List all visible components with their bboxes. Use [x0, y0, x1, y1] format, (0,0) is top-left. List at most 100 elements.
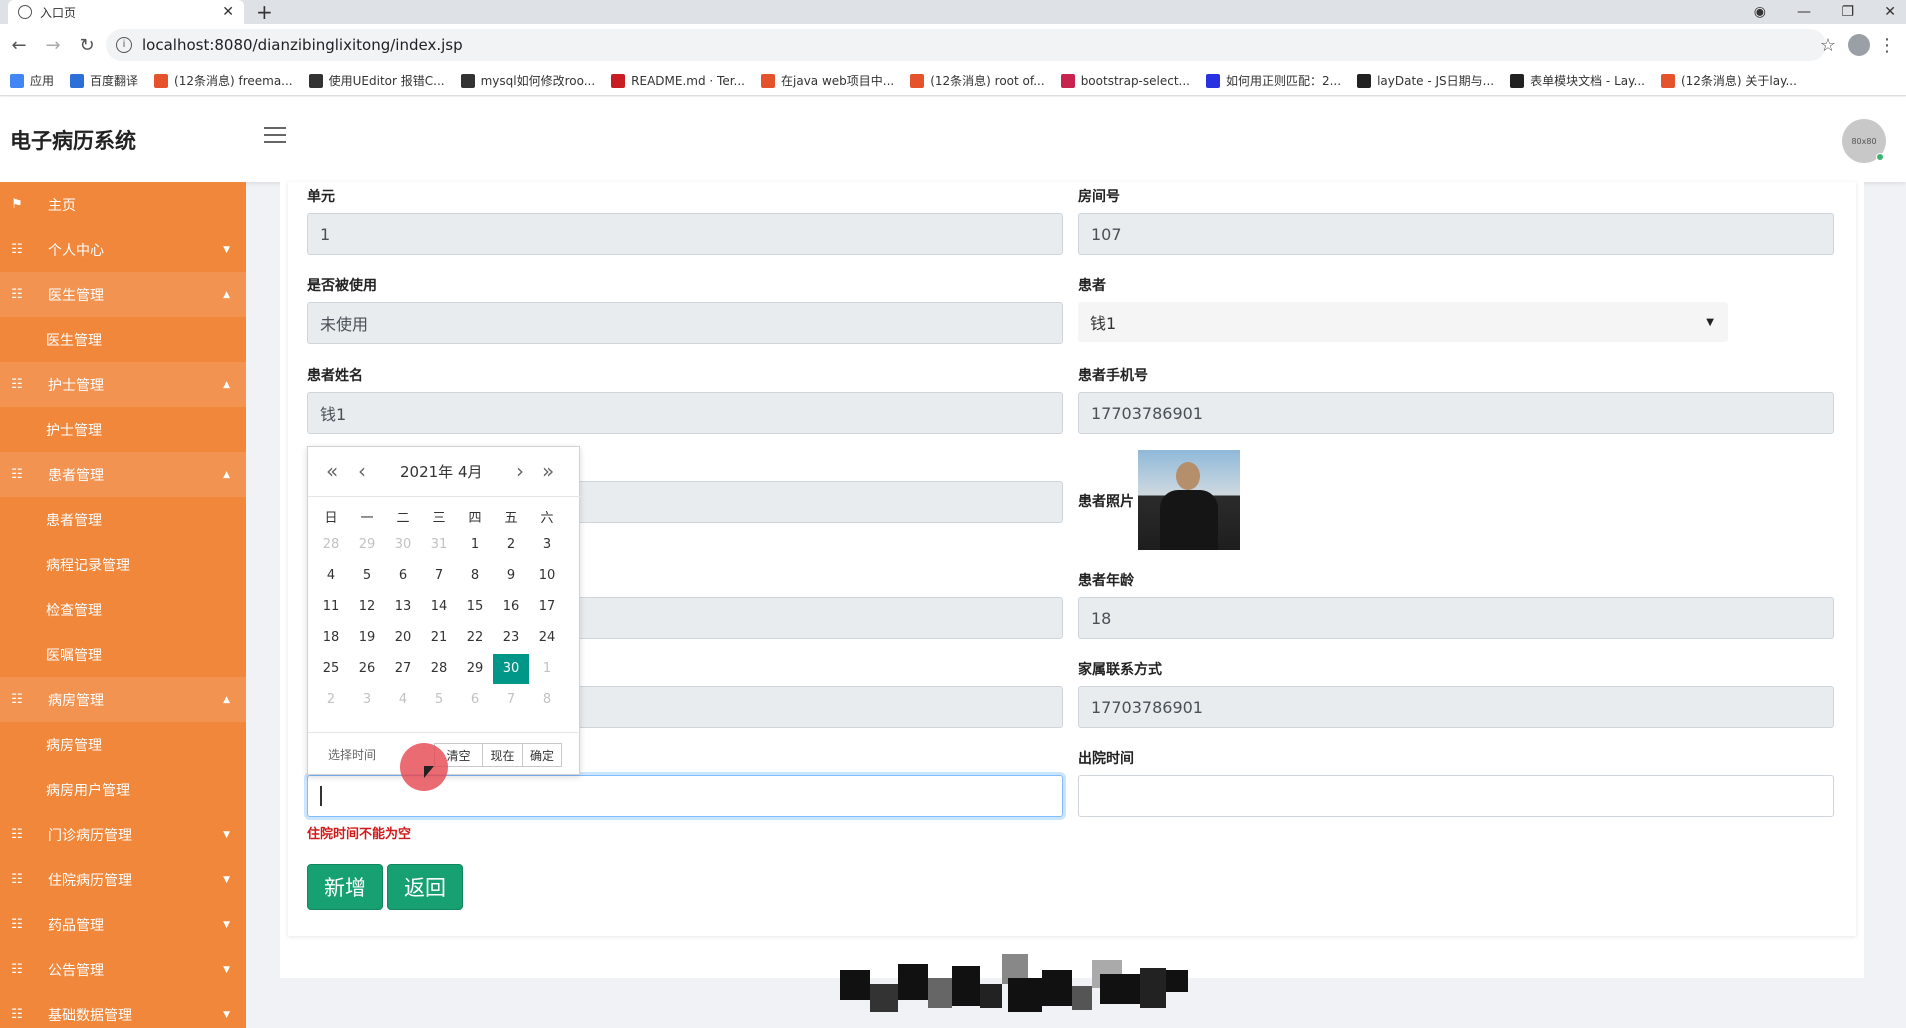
sidebar-item[interactable]: 病房管理	[0, 722, 246, 767]
now-button[interactable]: 现在	[482, 743, 522, 767]
url-input[interactable]: i localhost:8080/dianzibinglixitong/inde…	[106, 29, 1826, 61]
bookmark-item[interactable]: mysql如何修改roo...	[460, 72, 595, 89]
calendar-day[interactable]: 18	[313, 623, 349, 653]
discharge-time-input[interactable]	[1078, 775, 1834, 817]
calendar-day[interactable]: 30	[385, 530, 421, 560]
menu-kebab-icon[interactable]: ⋮	[1878, 35, 1896, 56]
prev-month-icon[interactable]: ‹	[358, 459, 366, 483]
calendar-day[interactable]: 17	[529, 592, 565, 622]
calendar-day[interactable]: 24	[529, 623, 565, 653]
sidebar-item[interactable]: 医嘱管理	[0, 632, 246, 677]
calendar-day[interactable]: 29	[349, 530, 385, 560]
sidebar-item[interactable]: 检查管理	[0, 587, 246, 632]
prev-year-icon[interactable]: «	[326, 459, 338, 483]
bookmark-item[interactable]: 使用UEditor 报错C...	[308, 72, 445, 89]
calendar-day[interactable]: 11	[313, 592, 349, 622]
sidebar-item[interactable]: 医生管理	[0, 317, 246, 362]
calendar-day[interactable]: 1	[529, 654, 565, 684]
bookmark-item[interactable]: bootstrap-select...	[1060, 73, 1190, 88]
sidebar-item[interactable]: ☷ 护士管理 ▲	[0, 362, 246, 407]
calendar-day[interactable]: 27	[385, 654, 421, 684]
calendar-day[interactable]: 5	[349, 561, 385, 591]
bookmark-item[interactable]: 百度翻译	[70, 72, 138, 89]
close-icon[interactable]: ✕	[222, 4, 234, 20]
browser-tab[interactable]: 入口页 ✕	[8, 0, 244, 24]
calendar-day[interactable]: 3	[349, 685, 385, 715]
calendar-day[interactable]: 1	[457, 530, 493, 560]
bookmark-item[interactable]: README.md · Ter...	[611, 73, 745, 88]
bookmark-item[interactable]: (12条消息) root of...	[910, 72, 1045, 89]
patient-name-input[interactable]: 钱1	[307, 392, 1063, 434]
calendar-day[interactable]: 30	[493, 654, 529, 684]
bookmark-item[interactable]: 表单模块文档 - Lay...	[1510, 72, 1645, 89]
new-tab-button[interactable]: +	[256, 1, 273, 23]
calendar-day[interactable]: 13	[385, 592, 421, 622]
back-arrow-icon[interactable]: ←	[4, 35, 34, 56]
calendar-day[interactable]: 6	[385, 561, 421, 591]
patient-age-input[interactable]: 18	[1078, 597, 1834, 639]
avatar[interactable]: 80x80	[1842, 119, 1886, 163]
sidebar-item[interactable]: ☷ 医生管理 ▲	[0, 272, 246, 317]
window-close-icon[interactable]: ✕	[1884, 0, 1896, 24]
family-contact-input[interactable]: 17703786901	[1078, 686, 1834, 728]
calendar-day[interactable]: 22	[457, 623, 493, 653]
sidebar-item[interactable]: 病房用户管理	[0, 767, 246, 812]
calendar-day[interactable]: 6	[457, 685, 493, 715]
hamburger-menu-icon[interactable]	[264, 127, 286, 145]
calendar-day[interactable]: 15	[457, 592, 493, 622]
calendar-day[interactable]: 28	[421, 654, 457, 684]
calendar-day[interactable]: 3	[529, 530, 565, 560]
room-input[interactable]: 107	[1078, 213, 1834, 255]
sidebar-item[interactable]: ☷ 公告管理 ▼	[0, 947, 246, 992]
sidebar-item[interactable]: ☷ 药品管理 ▼	[0, 902, 246, 947]
pick-time-button[interactable]: 选择时间	[328, 746, 376, 763]
patient-phone-input[interactable]: 17703786901	[1078, 392, 1834, 434]
unit-input[interactable]: 1	[307, 213, 1063, 255]
bookmark-item[interactable]: layDate - JS日期与...	[1357, 72, 1494, 89]
next-year-icon[interactable]: »	[542, 459, 554, 483]
sidebar-item[interactable]: 病程记录管理	[0, 542, 246, 587]
calendar-day[interactable]: 19	[349, 623, 385, 653]
confirm-button[interactable]: 确定	[522, 743, 562, 767]
calendar-day[interactable]: 26	[349, 654, 385, 684]
year-month-label[interactable]: 2021年 4月	[400, 461, 483, 482]
calendar-day[interactable]: 14	[421, 592, 457, 622]
calendar-day[interactable]: 21	[421, 623, 457, 653]
calendar-day[interactable]: 25	[313, 654, 349, 684]
calendar-day[interactable]: 23	[493, 623, 529, 653]
calendar-day[interactable]: 20	[385, 623, 421, 653]
sidebar-item[interactable]: ☷ 患者管理 ▲	[0, 452, 246, 497]
add-button[interactable]: 新增	[307, 864, 383, 910]
calendar-day[interactable]: 12	[349, 592, 385, 622]
sidebar-item[interactable]: ☷ 病房管理 ▲	[0, 677, 246, 722]
bookmark-item[interactable]: (12条消息) 关于lay...	[1660, 72, 1797, 89]
calendar-day[interactable]: 7	[421, 561, 457, 591]
reload-icon[interactable]: ↻	[72, 35, 102, 56]
calendar-day[interactable]: 28	[313, 530, 349, 560]
info-icon[interactable]: i	[116, 37, 132, 53]
calendar-day[interactable]: 5	[421, 685, 457, 715]
calendar-day[interactable]: 16	[493, 592, 529, 622]
sidebar-item[interactable]: 护士管理	[0, 407, 246, 452]
patient-select[interactable]: 钱1 ▼	[1078, 302, 1728, 342]
tab-search-icon[interactable]: ◉	[1754, 0, 1766, 24]
sidebar-item[interactable]: 患者管理	[0, 497, 246, 542]
sidebar-item[interactable]: ☷ 基础数据管理 ▼	[0, 992, 246, 1028]
calendar-day[interactable]: 2	[313, 685, 349, 715]
sidebar-item[interactable]: ⚑ 主页	[0, 182, 246, 227]
calendar-day[interactable]: 10	[529, 561, 565, 591]
next-month-icon[interactable]: ›	[516, 459, 524, 483]
calendar-day[interactable]: 29	[457, 654, 493, 684]
calendar-day[interactable]: 31	[421, 530, 457, 560]
sidebar-item[interactable]: ☷ 住院病历管理 ▼	[0, 857, 246, 902]
calendar-day[interactable]: 8	[457, 561, 493, 591]
profile-icon[interactable]	[1848, 34, 1870, 56]
bookmark-item[interactable]: 在java web项目中...	[761, 72, 894, 89]
sidebar-item[interactable]: ☷ 门诊病历管理 ▼	[0, 812, 246, 857]
minimize-icon[interactable]: —	[1797, 0, 1811, 24]
calendar-day[interactable]: 4	[385, 685, 421, 715]
used-input[interactable]: 未使用	[307, 302, 1063, 344]
bookmark-item[interactable]: 如何用正则匹配：2...	[1205, 72, 1341, 89]
sidebar-item[interactable]: ☷ 个人中心 ▼	[0, 227, 246, 272]
bookmark-item[interactable]: 应用	[10, 72, 54, 89]
